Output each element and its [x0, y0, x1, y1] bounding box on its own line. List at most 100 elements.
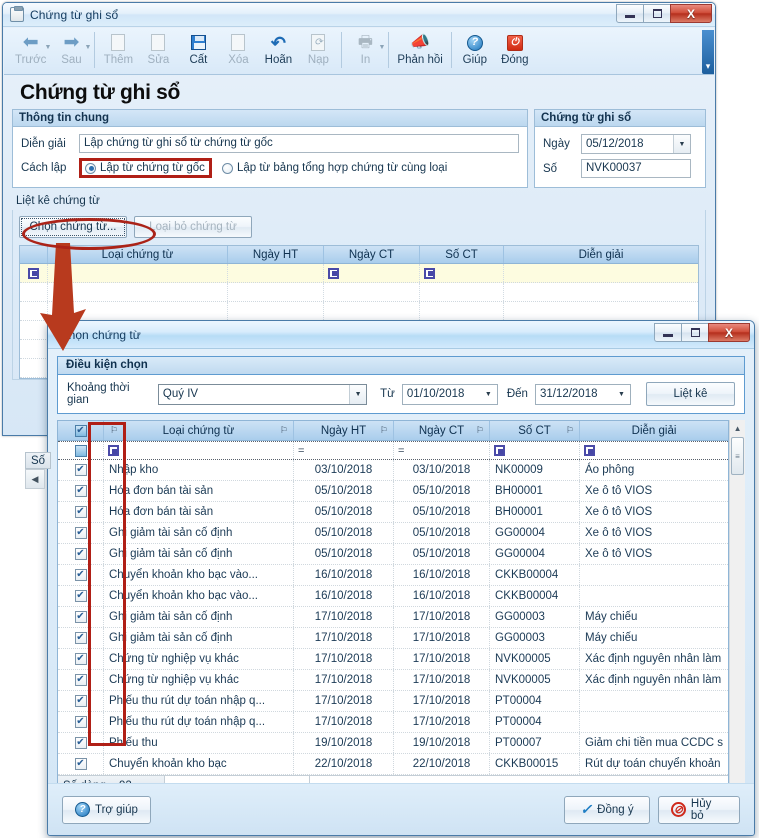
filter-so-ct[interactable]	[490, 442, 580, 459]
filter-ngay-ct[interactable]: =	[394, 442, 490, 459]
vertical-scroll-thumb[interactable]: ≡	[731, 437, 745, 475]
grid-col-select-all[interactable]: ✔	[58, 421, 104, 440]
ngay-date-picker[interactable]: 05/12/2018 ▼	[581, 134, 691, 154]
grid-col-loai-chung-tu[interactable]: ⚐ Loại chứng từ ⚐	[104, 421, 294, 440]
grid-col-ngay-ct[interactable]: Ngày CT	[324, 246, 420, 263]
toolbar-button-them[interactable]: Thêm	[98, 30, 138, 66]
so-input[interactable]: NVK00037	[581, 159, 691, 178]
filter-loai-chung-tu[interactable]	[104, 442, 294, 459]
toolbar-button-in[interactable]: 🖶 In ▼	[345, 30, 386, 66]
row-checkbox-input[interactable]: ✔	[74, 716, 87, 728]
row-checkbox-input[interactable]: ✔	[74, 674, 87, 686]
dong-y-button[interactable]: ✓ Đồng ý	[564, 795, 650, 824]
grid-col-dien-giai[interactable]: Diễn giải	[580, 421, 728, 440]
voucher-grid-vertical-scrollbar[interactable]: ▲ ≡ ▼	[729, 420, 745, 796]
huy-bo-button[interactable]: ⊘ Hủy bỏ	[658, 795, 740, 824]
filter-checkbox[interactable]	[74, 444, 87, 457]
row-checkbox-input[interactable]: ✔	[74, 548, 87, 560]
table-row[interactable]	[20, 283, 698, 302]
table-row[interactable]: ✔ Ghi giảm tài sản cố định 17/10/2018 17/10…	[58, 628, 729, 649]
row-checkbox[interactable]: ✔	[58, 523, 104, 543]
table-row[interactable]: ✔ Chứng từ nghiệp vụ khác 17/10/2018 17/10/…	[58, 649, 729, 670]
table-row[interactable]: ✔ Hóa đơn bán tài sản 05/10/2018 05/10/2018…	[58, 481, 729, 502]
grid-col-ngay-ht[interactable]: Ngày HT	[228, 246, 324, 263]
filter-so-ct[interactable]	[420, 264, 504, 282]
toolbar-button-sua[interactable]: Sửa	[138, 30, 178, 66]
grid-col-so-ct[interactable]: Số CT	[420, 246, 504, 263]
dialog-minimize-button[interactable]	[654, 323, 682, 342]
grid-col-so-ct[interactable]: Số CT ⚐	[490, 421, 580, 440]
grid-col-ngay-ct[interactable]: Ngày CT ⚐	[394, 421, 490, 440]
dialog-maximize-button[interactable]	[681, 323, 709, 342]
to-date-picker[interactable]: 31/12/2018 ▼	[534, 383, 631, 405]
loai-bo-chung-tu-button[interactable]: Loại bỏ chứng từ	[134, 216, 252, 238]
grid-col-ngay-ht[interactable]: Ngày HT ⚐	[294, 421, 394, 440]
period-select[interactable]: Quý IV ▼	[157, 383, 368, 405]
minimize-button[interactable]	[616, 4, 644, 23]
row-checkbox[interactable]: ✔	[58, 481, 104, 501]
filter-select-cell[interactable]	[58, 442, 104, 459]
row-checkbox[interactable]: ✔	[58, 670, 104, 690]
radio-lap-tu-chung-tu-goc[interactable]	[85, 162, 96, 174]
chevron-down-icon[interactable]: ▼	[613, 385, 630, 404]
row-checkbox-input[interactable]: ✔	[74, 632, 87, 644]
filter-ngay-ht[interactable]	[228, 264, 324, 282]
toolbar-button-xoa[interactable]: Xóa	[218, 30, 258, 66]
row-checkbox-input[interactable]: ✔	[74, 527, 87, 539]
row-checkbox-input[interactable]: ✔	[74, 464, 87, 476]
row-checkbox[interactable]: ✔	[58, 607, 104, 627]
row-checkbox-input[interactable]: ✔	[74, 485, 87, 497]
row-checkbox-input[interactable]: ✔	[74, 506, 87, 518]
background-scroll-left-arrow[interactable]: ◀	[25, 469, 45, 489]
row-checkbox-input[interactable]: ✔	[74, 569, 87, 581]
voucher-grid-filter-row[interactable]: = =	[58, 441, 729, 460]
filter-loai-chung-tu[interactable]	[48, 264, 228, 282]
row-checkbox[interactable]: ✔	[58, 712, 104, 732]
table-row[interactable]: ✔ Chứng từ nghiệp vụ khác 17/10/2018 17/10/…	[58, 670, 729, 691]
table-row[interactable]: ✔ Chuyển khoản kho bạc vào... 16/10/2018 16…	[58, 586, 729, 607]
filter-ngay-ct[interactable]	[324, 264, 420, 282]
toolbar-button-nap[interactable]: ⟳ Nạp	[298, 30, 338, 66]
filter-dien-giai[interactable]	[504, 264, 698, 282]
row-checkbox[interactable]: ✔	[58, 649, 104, 669]
filter-ngay-ht[interactable]: =	[294, 442, 394, 459]
filter-dien-giai[interactable]	[580, 442, 728, 459]
from-date-picker[interactable]: 01/10/2018 ▼	[401, 383, 498, 405]
row-checkbox[interactable]: ✔	[58, 565, 104, 585]
chevron-down-icon[interactable]: ▼	[84, 44, 91, 51]
toolbar-button-cat[interactable]: Cất	[178, 30, 218, 66]
grid-col-dien-giai[interactable]: Diễn giải	[504, 246, 698, 263]
chevron-down-icon[interactable]: ▼	[378, 44, 385, 51]
chevron-down-icon[interactable]: ▼	[349, 384, 367, 404]
tro-giup-button[interactable]: ? Trợ giúp	[62, 795, 151, 824]
toolbar-overflow-grip[interactable]: ▾	[702, 30, 714, 74]
toolbar-button-dong[interactable]: ⏻ Đóng	[495, 30, 535, 66]
row-checkbox[interactable]: ✔	[58, 691, 104, 711]
chevron-down-icon[interactable]: ▼	[673, 135, 690, 153]
row-checkbox-input[interactable]: ✔	[74, 653, 87, 665]
row-checkbox[interactable]: ✔	[58, 460, 104, 480]
row-checkbox[interactable]: ✔	[58, 586, 104, 606]
toolbar-button-phan-hoi[interactable]: 📣 Phản hồi	[392, 30, 447, 66]
row-checkbox[interactable]: ✔	[58, 733, 104, 753]
table-row[interactable]: ✔ Chuyển khoản kho bạc 22/10/2018 22/10/201…	[58, 754, 729, 775]
table-row[interactable]: ✔ Phiếu thu rút dự toán nhập q... 17/10/20…	[58, 691, 729, 712]
maximize-button[interactable]	[643, 4, 671, 23]
select-all-checkbox[interactable]: ✔	[74, 424, 87, 437]
pin-icon[interactable]: ⚐	[476, 425, 484, 436]
close-button[interactable]: X	[670, 4, 712, 23]
filter-select-box[interactable]	[20, 264, 48, 282]
radio-lap-tu-bang-tong-hop[interactable]	[221, 162, 233, 174]
pin-icon[interactable]: ⚐	[280, 425, 288, 436]
table-row[interactable]: ✔ Ghi giảm tài sản cố định 05/10/2018 05/10…	[58, 544, 729, 565]
row-checkbox-input[interactable]: ✔	[74, 611, 87, 623]
toolbar-button-sau[interactable]: ➡ Sau ▼	[51, 30, 91, 66]
row-checkbox-input[interactable]: ✔	[74, 590, 87, 602]
table-row[interactable]: ✔ Nhập kho 03/10/2018 03/10/2018 NK00009 Áo p…	[58, 460, 729, 481]
grid-col-select[interactable]	[20, 246, 48, 263]
scroll-up-arrow-icon[interactable]: ▲	[730, 420, 745, 436]
row-checkbox[interactable]: ✔	[58, 544, 104, 564]
grid-col-loai-chung-tu[interactable]: Loại chứng từ	[48, 246, 228, 263]
toolbar-button-truoc[interactable]: ⬅ Trước ▼	[10, 30, 51, 66]
dialog-close-button[interactable]: X	[708, 323, 750, 342]
